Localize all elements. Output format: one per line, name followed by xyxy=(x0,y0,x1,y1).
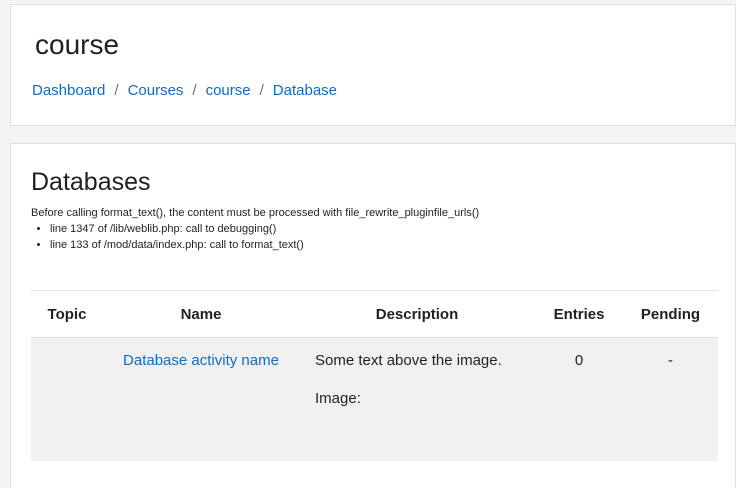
breadcrumb-separator: / xyxy=(259,82,264,99)
breadcrumb-separator: / xyxy=(192,82,197,99)
topic-cell xyxy=(31,337,103,461)
column-header-pending: Pending xyxy=(623,290,718,338)
column-header-entries: Entries xyxy=(535,290,623,338)
debug-notice: Before calling format_text(), the conten… xyxy=(31,205,711,253)
debug-trace: line 1347 of /lib/weblib.php: call to de… xyxy=(31,221,711,253)
breadcrumb-database-link[interactable]: Database xyxy=(273,81,337,101)
description-cell: Some text above the image. Image: xyxy=(299,337,535,461)
main-content: Databases Before calling format_text(), … xyxy=(10,143,736,488)
debug-trace-item: line 1347 of /lib/weblib.php: call to de… xyxy=(50,221,711,237)
debug-trace-item: line 133 of /mod/data/index.php: call to… xyxy=(50,237,711,253)
debug-message: Before calling format_text(), the conten… xyxy=(31,207,480,219)
breadcrumb: Dashboard / Courses / course / Database xyxy=(32,81,337,101)
breadcrumb-course-link[interactable]: course xyxy=(206,81,251,101)
page-header: course Dashboard / Courses / course / Da… xyxy=(10,4,736,126)
pending-cell: - xyxy=(623,337,718,461)
section-heading: Databases xyxy=(31,168,151,196)
table-header-row: Topic Name Description Entries Pending xyxy=(31,290,718,338)
description-image-label: Image: xyxy=(315,390,361,407)
column-header-name: Name xyxy=(103,290,299,338)
column-header-description: Description xyxy=(299,290,535,338)
description-text: Some text above the image. xyxy=(315,352,502,369)
breadcrumb-separator: / xyxy=(114,82,119,99)
breadcrumb-dashboard-link[interactable]: Dashboard xyxy=(32,81,105,101)
page-title: course xyxy=(35,29,120,60)
name-cell: Database activity name xyxy=(103,337,299,461)
entries-cell: 0 xyxy=(535,337,623,461)
column-header-topic: Topic xyxy=(31,290,103,338)
database-activity-link[interactable]: Database activity name xyxy=(123,352,279,369)
databases-table: Topic Name Description Entries Pending D… xyxy=(31,290,718,461)
table-row: Database activity name Some text above t… xyxy=(31,337,718,461)
breadcrumb-courses-link[interactable]: Courses xyxy=(128,81,184,101)
